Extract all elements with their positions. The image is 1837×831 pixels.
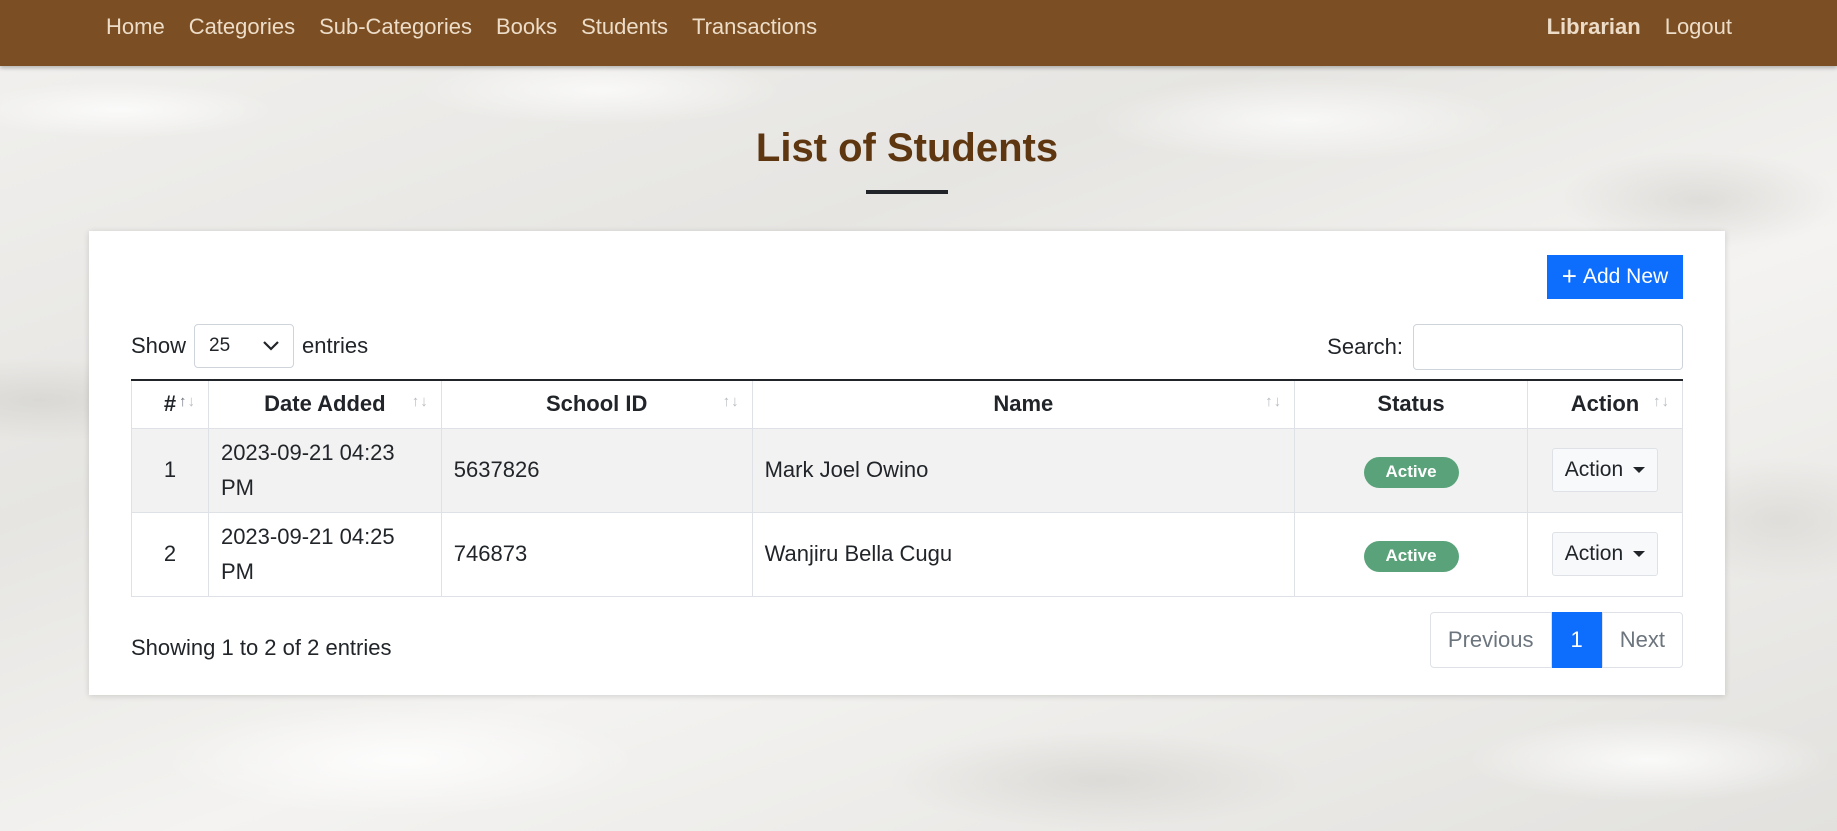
search-input[interactable] [1413, 324, 1683, 370]
nav-home-link[interactable]: Home [106, 14, 165, 40]
pagination: Previous 1 Next [1429, 612, 1683, 668]
nav-transactions-link[interactable]: Transactions [692, 14, 817, 40]
column-header-school-id[interactable]: School ID ↑↓ [440, 379, 753, 429]
cell-number: 2 [131, 511, 209, 597]
students-card: + Add New Show 25 entries Search: # ↑↓ D… [89, 231, 1725, 695]
cell-school-id: 5637826 [440, 427, 753, 513]
cell-school-id: 746873 [440, 511, 753, 597]
chevron-down-icon [263, 341, 279, 351]
column-header-name[interactable]: Name ↑↓ [751, 379, 1296, 429]
sort-icon: ↑↓ [178, 393, 196, 410]
entries-select-value: 25 [209, 335, 231, 356]
cell-date-added: 2023-09-21 04:23 PM [207, 427, 442, 513]
logout-link[interactable]: Logout [1665, 14, 1732, 40]
column-header-label: Date Added [264, 391, 386, 417]
students-table: # ↑↓ Date Added ↑↓ School ID ↑↓ Name ↑↓ … [131, 379, 1684, 597]
row-action-dropdown[interactable]: Action [1551, 532, 1659, 576]
sort-icon: ↑↓ [722, 393, 740, 410]
sort-icon: ↑↓ [1653, 393, 1670, 410]
column-header-label: Status [1377, 391, 1445, 417]
entries-label: entries [302, 333, 369, 358]
entries-select[interactable]: 25 [194, 324, 295, 368]
column-header-status: Status [1294, 379, 1528, 429]
page-header: List of Students [0, 124, 1814, 194]
show-label: Show [131, 333, 187, 358]
nav-sub-categories-link[interactable]: Sub-Categories [319, 14, 472, 40]
next-page-button[interactable]: Next [1601, 612, 1683, 668]
title-underline [866, 190, 948, 194]
search-control: Search: [1327, 324, 1683, 370]
nav-user-area: Librarian Logout [1547, 0, 1732, 53]
row-action-label: Action [1564, 542, 1624, 565]
sort-icon: ↑↓ [411, 393, 429, 410]
cell-name: Mark Joel Owino [751, 427, 1296, 513]
caret-down-icon [1633, 467, 1646, 473]
cell-date-added: 2023-09-21 04:25 PM [207, 511, 442, 597]
user-menu-link[interactable]: Librarian [1547, 14, 1641, 40]
cell-number: 1 [131, 427, 209, 513]
nav-categories-link[interactable]: Categories [189, 14, 295, 40]
sort-icon: ↑↓ [1265, 393, 1283, 410]
column-header-date-added[interactable]: Date Added ↑↓ [207, 379, 442, 429]
nav-menu: Home Categories Sub-Categories Books Stu… [106, 0, 817, 53]
add-new-button[interactable]: + Add New [1547, 255, 1683, 299]
page-title: List of Students [755, 126, 1059, 170]
cell-name: Wanjiru Bella Cugu [751, 511, 1296, 597]
cell-action: Action [1526, 427, 1684, 513]
row-action-dropdown[interactable]: Action [1551, 448, 1659, 492]
table-row: 1 2023-09-21 04:23 PM 5637826 Mark Joel … [131, 427, 1684, 513]
add-new-label: Add New [1582, 265, 1669, 288]
page-1-button[interactable]: 1 [1551, 612, 1602, 668]
previous-page-button[interactable]: Previous [1429, 612, 1552, 668]
nav-students-link[interactable]: Students [581, 14, 668, 40]
table-info: Showing 1 to 2 of 2 entries [131, 635, 392, 660]
column-header-label: Name [993, 391, 1054, 417]
column-header-action[interactable]: Action ↑↓ [1526, 379, 1684, 429]
table-row: 2 2023-09-21 04:25 PM 746873 Wanjiru Bel… [131, 511, 1684, 597]
table-header-row: # ↑↓ Date Added ↑↓ School ID ↑↓ Name ↑↓ … [131, 379, 1684, 429]
column-header-number[interactable]: # ↑↓ [131, 379, 209, 429]
cell-status: Active [1294, 511, 1528, 597]
search-label: Search: [1327, 334, 1403, 359]
column-header-label: Action [1570, 391, 1640, 417]
nav-books-link[interactable]: Books [496, 14, 557, 40]
cell-status: Active [1294, 427, 1528, 513]
cell-action: Action [1526, 511, 1684, 597]
status-badge: Active [1363, 457, 1459, 488]
plus-icon: + [1561, 261, 1577, 291]
top-navbar: Home Categories Sub-Categories Books Stu… [0, 0, 1837, 66]
status-badge: Active [1363, 541, 1459, 572]
row-action-label: Action [1564, 458, 1624, 481]
entries-length-control: Show 25 entries [131, 324, 368, 368]
column-header-label: School ID [545, 391, 648, 417]
column-header-label: # [163, 391, 177, 417]
caret-down-icon [1633, 551, 1646, 557]
